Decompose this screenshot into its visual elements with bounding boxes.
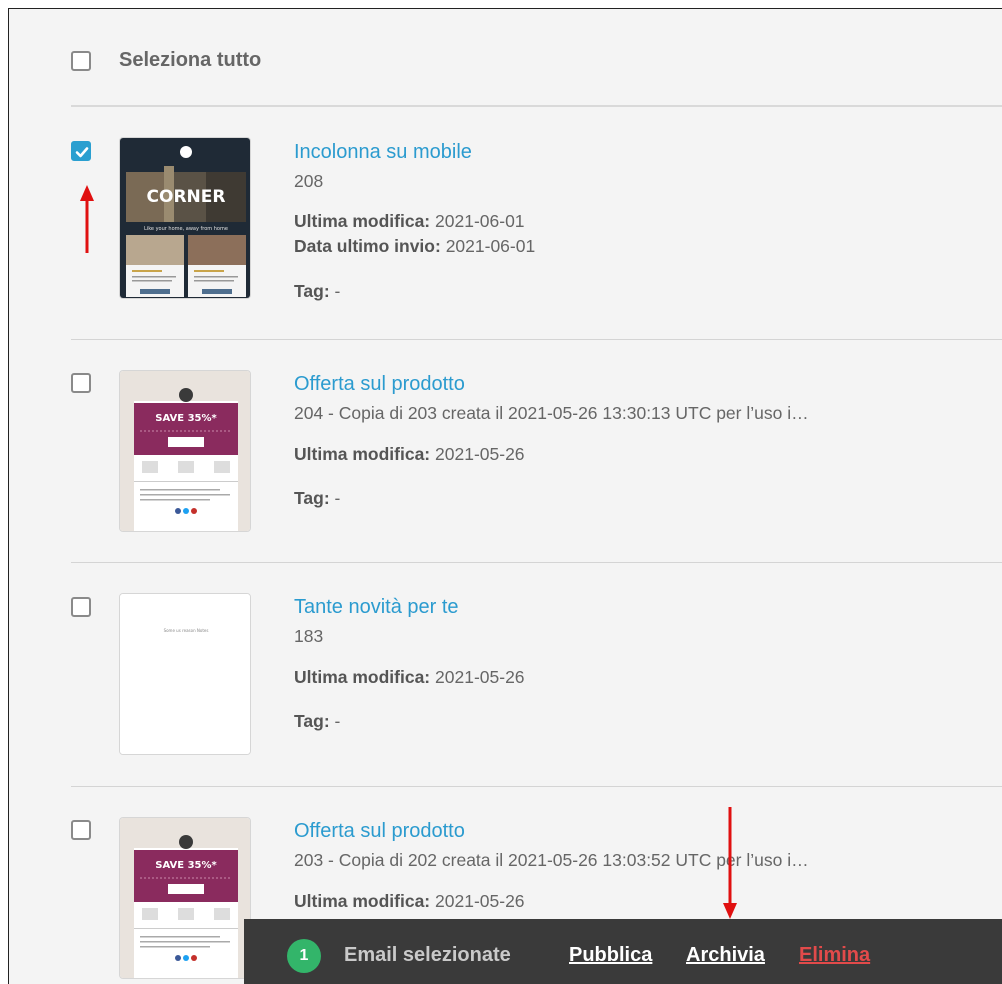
template-preview-offer: SAVE 35%* [120,818,250,978]
meta-label: Data ultimo invio: [294,236,441,256]
row-divider [71,339,1002,340]
tag-value: - [334,488,341,508]
selection-action-bar: 1 Email selezionate Pubblica Archivia El… [244,919,1002,984]
annotation-arrow-down [723,807,737,919]
selected-count-badge: 1 [287,939,321,973]
tag-label: Tag: [294,281,330,301]
archive-button[interactable]: Archivia [686,944,765,967]
email-thumbnail[interactable]: Some us reason Notes [119,593,251,755]
email-title[interactable]: Incolonna su mobile [294,141,472,164]
check-icon [75,147,89,158]
email-thumbnail[interactable]: CORNER Like your home, away from home [119,137,251,299]
publish-button[interactable]: Pubblica [569,944,652,967]
email-checkbox[interactable] [71,373,91,393]
email-meta-last-modified: Ultima modifica: 2021-06-01 [294,211,525,232]
select-all-label: Seleziona tutto [119,49,262,71]
email-subtitle: 183 [294,626,324,646]
meta-label: Ultima modifica: [294,667,431,687]
email-title[interactable]: Offerta sul prodotto [294,373,465,396]
thumb-title: CORNER [147,187,226,207]
email-tags: Tag: - [294,711,340,732]
tag-label: Tag: [294,488,330,508]
email-meta-last-sent: Data ultimo invio: 2021-06-01 [294,236,535,257]
email-list-panel: Seleziona tutto CORNER Like your home, a… [8,8,1002,984]
email-title[interactable]: Offerta sul prodotto [294,820,465,843]
email-checkbox[interactable] [71,141,91,161]
email-checkbox[interactable] [71,597,91,617]
delete-button[interactable]: Elimina [799,944,870,967]
meta-value: 2021-06-01 [435,211,525,231]
thumb-title: Some us reason Notes [164,628,209,633]
thumb-title: SAVE 35%* [155,860,217,871]
email-tags: Tag: - [294,488,340,509]
annotation-arrow-up [80,185,94,253]
template-preview-blank: Some us reason Notes [120,594,250,754]
row-divider [71,786,1002,787]
email-meta-last-modified: Ultima modifica: 2021-05-26 [294,891,525,912]
email-thumbnail[interactable]: SAVE 35%* [119,370,251,532]
tag-label: Tag: [294,711,330,731]
tag-value: - [334,711,341,731]
header-divider [71,105,1002,107]
email-title[interactable]: Tante novità per te [294,596,459,619]
email-subtitle: 204 - Copia di 203 creata il 2021-05-26 … [294,403,809,423]
tag-value: - [334,281,341,301]
email-checkbox[interactable] [71,820,91,840]
meta-value: 2021-06-01 [445,236,536,256]
template-preview-corner: CORNER Like your home, away from home [120,138,250,298]
thumb-tagline: Like your home, away from home [144,226,228,232]
email-tags: Tag: - [294,281,340,302]
selected-label: Email selezionate [344,944,511,966]
meta-value: 2021-05-26 [435,667,525,687]
row-divider [71,562,1002,563]
email-subtitle: 208 [294,171,324,191]
select-all-checkbox[interactable] [71,51,91,71]
meta-value: 2021-05-26 [435,444,525,464]
thumb-title: SAVE 35%* [155,413,217,424]
meta-label: Ultima modifica: [294,211,431,231]
meta-label: Ultima modifica: [294,891,431,911]
meta-value: 2021-05-26 [435,891,525,911]
meta-label: Ultima modifica: [294,444,431,464]
email-meta-last-modified: Ultima modifica: 2021-05-26 [294,667,525,688]
email-meta-last-modified: Ultima modifica: 2021-05-26 [294,444,525,465]
email-thumbnail[interactable]: SAVE 35%* [119,817,251,979]
template-preview-offer: SAVE 35%* [120,371,250,531]
